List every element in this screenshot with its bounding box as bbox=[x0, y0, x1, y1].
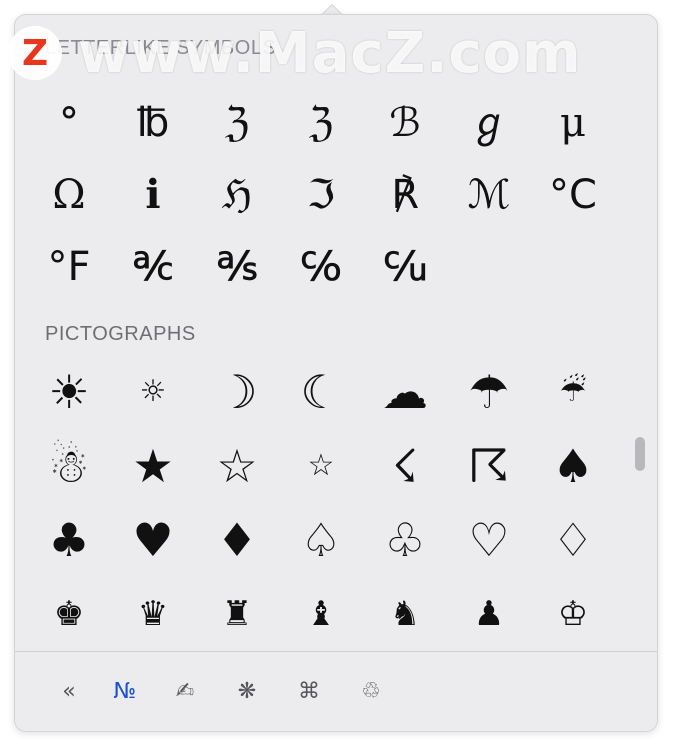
glyph-white-star[interactable]: ☆ bbox=[195, 429, 279, 503]
bullets-stars-category-icon[interactable]: ❋ bbox=[225, 674, 269, 708]
glyph-fraktur-z-2[interactable]: ℨ bbox=[279, 87, 363, 159]
character-viewer-popover: LETTERLIKE SYMBOLS ° ℔ ℨ ℨ ℬ ℊ μ Ω ℹ ℌ ℑ… bbox=[14, 14, 658, 732]
glyph-care-of[interactable]: ℅ bbox=[279, 231, 363, 303]
glyph-white-club[interactable]: ♧ bbox=[363, 503, 447, 577]
glyph-white-spade[interactable]: ♤ bbox=[279, 503, 363, 577]
glyph-black-chess-queen[interactable]: ♛ bbox=[111, 577, 195, 651]
collapse-icon[interactable]: « bbox=[47, 674, 91, 708]
glyph-white-sun[interactable]: ☼ bbox=[111, 355, 195, 429]
glyph-black-spade[interactable]: ♠ bbox=[531, 429, 615, 503]
category-toolbar: « № ✍ ❋ ⌘ ♲ bbox=[15, 651, 657, 731]
glyph-script-m[interactable]: ℳ bbox=[447, 159, 531, 231]
glyph-sun-with-rays[interactable]: ☀ bbox=[27, 355, 111, 429]
glyph-black-club[interactable]: ♣ bbox=[27, 503, 111, 577]
watermark-text: www.MacZ.com bbox=[78, 20, 582, 86]
glyph-black-letter-i[interactable]: ℑ bbox=[279, 159, 363, 231]
glyph-white-heart[interactable]: ♡ bbox=[447, 503, 531, 577]
technical-symbols-category-icon[interactable]: ⌘ bbox=[287, 674, 331, 708]
glyph-black-chess-bishop[interactable]: ♝ bbox=[279, 577, 363, 651]
glyph-black-star[interactable]: ★ bbox=[111, 429, 195, 503]
glyph-umbrella[interactable]: ☂ bbox=[447, 355, 531, 429]
glyph-fraktur-z[interactable]: ℨ bbox=[195, 87, 279, 159]
glyph-degree-fahrenheit[interactable]: °F bbox=[27, 231, 111, 303]
glyph-ohm-sign[interactable]: Ω bbox=[27, 159, 111, 231]
scrollbar-thumb[interactable] bbox=[635, 437, 645, 471]
letterlike-category-icon[interactable]: № bbox=[103, 674, 147, 708]
glyph-lb-bar[interactable]: ℔ bbox=[111, 87, 195, 159]
glyph-first-quarter-moon[interactable]: ☽ bbox=[195, 355, 279, 429]
glyph-thunderstorm[interactable]: ☈ bbox=[447, 429, 531, 503]
glyph-script-b[interactable]: ℬ bbox=[363, 87, 447, 159]
sign-standard-symbols-category-icon[interactable]: ♲ bbox=[349, 674, 393, 708]
glyph-degree-celsius[interactable]: °C bbox=[531, 159, 615, 231]
glyph-cloud[interactable]: ☁ bbox=[363, 355, 447, 429]
glyph-account-of[interactable]: ℀ bbox=[111, 231, 195, 303]
glyph-white-diamond[interactable]: ♢ bbox=[531, 503, 615, 577]
glyph-information-source[interactable]: ℹ bbox=[111, 159, 195, 231]
glyph-snowman[interactable]: ☃ bbox=[27, 429, 111, 503]
watermark-logo: Z bbox=[8, 26, 62, 80]
glyph-black-chess-king[interactable]: ♚ bbox=[27, 577, 111, 651]
glyph-small-white-star[interactable]: ☆ bbox=[279, 429, 363, 503]
pictographs-category-icon[interactable]: ✍ bbox=[163, 674, 207, 708]
glyph-micro-sign[interactable]: μ bbox=[531, 87, 615, 159]
glyph-black-chess-pawn[interactable]: ♟ bbox=[447, 577, 531, 651]
pictographs-grid: ☀ ☼ ☽ ☾ ☁ ☂ ☔ ☃ ★ ☆ ☆ ☇ ☈ ♠ ♣ ♥ ♦ ♤ ♧ ♡ … bbox=[27, 355, 615, 651]
glyph-umbrella-with-rain[interactable]: ☔ bbox=[531, 355, 615, 429]
letterlike-symbols-grid: ° ℔ ℨ ℨ ℬ ℊ μ Ω ℹ ℌ ℑ ℟ ℳ °C °F ℀ ℁ ℅ ℆ bbox=[27, 87, 615, 303]
glyph-lightning[interactable]: ☇ bbox=[363, 429, 447, 503]
glyph-response[interactable]: ℟ bbox=[363, 159, 447, 231]
glyph-black-letter-h[interactable]: ℌ bbox=[195, 159, 279, 231]
glyph-black-chess-rook[interactable]: ♜ bbox=[195, 577, 279, 651]
glyph-degree-sign[interactable]: ° bbox=[27, 87, 111, 159]
section-title-pictographs: PICTOGRAPHS bbox=[45, 323, 196, 345]
glyph-addressed-to-subject[interactable]: ℁ bbox=[195, 231, 279, 303]
glyph-script-g[interactable]: ℊ bbox=[447, 87, 531, 159]
glyph-cada-una[interactable]: ℆ bbox=[363, 231, 447, 303]
glyph-last-quarter-moon[interactable]: ☾ bbox=[279, 355, 363, 429]
glyph-black-heart[interactable]: ♥ bbox=[111, 503, 195, 577]
glyph-white-chess-king[interactable]: ♔ bbox=[531, 577, 615, 651]
glyph-black-chess-knight[interactable]: ♞ bbox=[363, 577, 447, 651]
glyph-black-diamond[interactable]: ♦ bbox=[195, 503, 279, 577]
watermark: Z www.MacZ.com bbox=[8, 18, 582, 88]
